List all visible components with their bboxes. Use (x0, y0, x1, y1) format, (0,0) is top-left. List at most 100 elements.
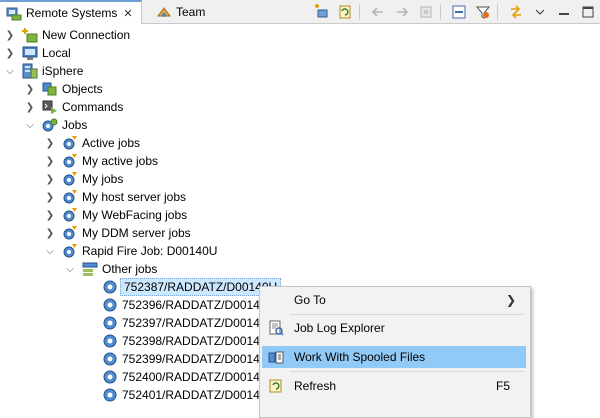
job-icon (103, 280, 117, 294)
tree-item-my-jobs[interactable]: ❯ My jobs (44, 170, 123, 188)
tree-item-my-host-server-jobs[interactable]: ❯ My host server jobs (44, 188, 186, 206)
tree-item-label: 752398/RADDATZ/D00140U (122, 334, 276, 348)
tree-item-label: iSphere (42, 64, 84, 78)
commands-icon (42, 100, 57, 114)
minimize-icon (559, 13, 569, 15)
job-log-explorer-icon (269, 320, 284, 336)
menu-item-label: Refresh (294, 379, 337, 393)
tree-item-label: Commands (62, 100, 124, 114)
team-icon (157, 7, 171, 17)
link-with-editor-button[interactable] (506, 2, 526, 22)
tree-item-label: Rapid Fire Job: D00140U (82, 244, 218, 258)
tree-item-label: 752400/RADDATZ/D00140U (122, 370, 276, 384)
tree-item-job-entry[interactable]: 752400/RADDATZ/D00140U (96, 368, 275, 386)
tree-item-label: My active jobs (82, 154, 159, 168)
chevron-right-icon[interactable]: ❯ (44, 188, 56, 206)
tab-team[interactable]: Team (150, 0, 216, 24)
tree-item-commands[interactable]: ❯ Commands (24, 98, 123, 116)
collapse-all-icon (452, 5, 466, 19)
job-filter-icon (63, 244, 77, 258)
job-group-icon (82, 262, 98, 276)
menu-item-label: Work With Spooled Files (294, 350, 426, 364)
close-icon[interactable]: ✕ (123, 7, 132, 20)
tree-item-label: 752401/RADDATZ/D00140U (122, 388, 276, 402)
tree-item-label: Active jobs (82, 136, 141, 150)
chevron-down-icon[interactable]: ⌵ (4, 62, 16, 80)
chevron-right-icon[interactable]: ❯ (24, 98, 36, 116)
local-host-icon (22, 46, 38, 60)
chevron-right-icon[interactable]: ❯ (24, 80, 36, 98)
tree-item-my-webfacing-jobs[interactable]: ❯ My WebFacing jobs (44, 206, 187, 224)
chevron-down-icon[interactable]: ⌵ (64, 260, 76, 278)
forward-arrow-icon (397, 7, 409, 17)
chevron-right-icon[interactable]: ❯ (44, 170, 56, 188)
tree-item-isphere[interactable]: ⌵ iSphere (4, 62, 83, 80)
chevron-down-icon[interactable]: ⌵ (44, 242, 56, 260)
tree-item-other-jobs[interactable]: ⌵ Other jobs (64, 260, 157, 278)
forward-button[interactable] (392, 2, 412, 22)
chevron-right-icon[interactable]: ❯ (44, 152, 56, 170)
chevron-down-icon[interactable]: ⌵ (24, 116, 36, 134)
job-filter-icon (63, 226, 77, 240)
job-icon (103, 298, 117, 312)
tree-item-job-entry[interactable]: 752399/RADDATZ/D00140U (96, 350, 275, 368)
menu-item-refresh[interactable]: Refresh F5 (262, 375, 526, 397)
tree-item-label: My host server jobs (82, 190, 187, 204)
menu-item-job-log-explorer[interactable]: Job Log Explorer (262, 317, 526, 339)
system-icon (22, 63, 38, 79)
new-connection-button[interactable] (311, 2, 331, 22)
minimize-button[interactable] (554, 2, 574, 22)
tree-item-objects[interactable]: ❯ Objects (24, 80, 103, 98)
job-filter-icon (63, 190, 77, 204)
tree-item-active-jobs[interactable]: ❯ Active jobs (44, 134, 140, 152)
menu-item-go-to[interactable]: Go To ❯ (262, 289, 526, 311)
job-icon (103, 352, 117, 366)
view-menu-button[interactable] (530, 2, 550, 22)
menu-item-work-with-spooled-files[interactable]: Work With Spooled Files (262, 346, 526, 368)
job-icon (103, 388, 117, 402)
back-button[interactable] (368, 2, 388, 22)
refresh-view-button[interactable] (335, 2, 355, 22)
context-menu: Go To ❯ Job Log Explorer Work With Spool… (259, 286, 531, 418)
tree-item-my-active-jobs[interactable]: ❯ My active jobs (44, 152, 158, 170)
tree-item-job-entry[interactable]: 752397/RADDATZ/D00140U (96, 314, 275, 332)
tree-item-job-entry[interactable]: 752387/RADDATZ/D00140U (96, 278, 282, 296)
tree-item-jobs[interactable]: ⌵ Jobs (24, 116, 87, 134)
tree-item-local[interactable]: ❯ Local (4, 44, 71, 62)
tab-remote-systems[interactable]: Remote Systems ✕ (0, 0, 142, 24)
refresh-icon (269, 379, 282, 393)
job-filter-icon (63, 172, 77, 186)
tree-item-job-entry[interactable]: 752398/RADDATZ/D00140U (96, 332, 275, 350)
home-button[interactable] (416, 2, 436, 22)
link-with-editor-icon (511, 5, 521, 19)
filter-button[interactable] (473, 2, 493, 22)
tree-item-label: My jobs (82, 172, 124, 186)
job-icon (103, 334, 117, 348)
collapse-all-button[interactable] (449, 2, 469, 22)
tree-item-new-connection[interactable]: ❯ New Connection (4, 26, 130, 44)
job-icon (103, 316, 117, 330)
tree-item-label: New Connection (42, 28, 131, 42)
remote-systems-icon (6, 7, 22, 21)
tree-item-label: 752397/RADDATZ/D00140U (122, 316, 276, 330)
menu-item-label: Go To (294, 293, 326, 307)
toolbar-separator (359, 4, 360, 20)
tree-item-label: 752399/RADDATZ/D00140U (122, 352, 276, 366)
selected-job-label: 752387/RADDATZ/D00140U (120, 278, 282, 296)
tree-item-job-entry[interactable]: 752396/RADDATZ/D00140U (96, 296, 275, 314)
new-connection-icon (315, 4, 328, 18)
chevron-right-icon[interactable]: ❯ (44, 134, 56, 152)
menu-separator (290, 371, 524, 372)
maximize-button[interactable] (578, 2, 598, 22)
toolbar-separator (497, 4, 498, 20)
jobs-icon (42, 118, 58, 132)
tree-item-label: Local (42, 46, 71, 60)
chevron-right-icon[interactable]: ❯ (44, 224, 56, 242)
chevron-right-icon[interactable]: ❯ (4, 44, 16, 62)
chevron-right-icon[interactable]: ❯ (44, 206, 56, 224)
tree-item-my-ddm-server-jobs[interactable]: ❯ My DDM server jobs (44, 224, 191, 242)
chevron-right-icon[interactable]: ❯ (4, 26, 16, 44)
tree-item-rapid-fire-job[interactable]: ⌵ Rapid Fire Job: D00140U (44, 242, 217, 260)
tree-item-job-entry[interactable]: 752401/RADDATZ/D00140U (96, 386, 275, 404)
toolbar-separator (440, 4, 441, 20)
